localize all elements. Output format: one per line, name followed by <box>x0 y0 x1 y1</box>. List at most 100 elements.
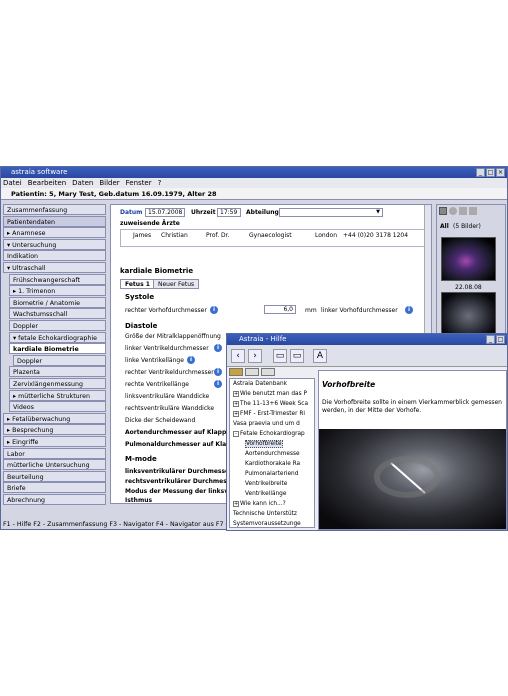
info-icon[interactable]: i <box>214 344 222 352</box>
sidebar-item[interactable]: Patientendaten <box>3 215 106 227</box>
info-icon[interactable]: i <box>214 380 222 388</box>
diastole-row-label: linksventrikuläre Wanddicke <box>125 393 210 400</box>
sidebar-item[interactable]: ▸ Besprechung <box>3 424 106 436</box>
sidebar-item[interactable]: ▸ 1. Trimenon <box>9 285 106 297</box>
menu-bearbeiten[interactable]: Bearbeiten <box>28 178 66 188</box>
sidebar-item[interactable]: ▸ Eingriffe <box>3 436 106 447</box>
sidebar-item[interactable]: Doppler <box>13 354 106 366</box>
star-icon[interactable] <box>261 368 275 376</box>
help-tree-label: Vorhofbreite <box>245 440 283 448</box>
info-icon[interactable]: i <box>210 306 218 314</box>
folder-icon[interactable] <box>469 207 477 215</box>
help-window: Astraia - Hilfe _ □ ‹ › ▭ ▭ A Astraia Da… <box>226 333 508 531</box>
minimize-icon[interactable]: _ <box>486 335 495 344</box>
help-title-bar: Astraia - Hilfe _ □ <box>227 334 507 345</box>
stop-icon[interactable] <box>439 207 447 215</box>
maximize-icon[interactable]: □ <box>496 335 505 344</box>
minimize-icon[interactable]: _ <box>476 168 485 177</box>
help-tree-label: FMF - Erst-Trimester Ri <box>240 411 305 417</box>
help-text: Die Vorhofbreite sollte in einem Vierkam… <box>322 399 502 414</box>
help-tree-item[interactable]: Pulmonalarteriend <box>245 470 298 478</box>
help-tree-item[interactable]: + FMF - Erst-Trimester Ri <box>233 410 305 418</box>
sidebar-item[interactable]: Doppler <box>9 320 106 331</box>
sidebar-item[interactable]: Videos <box>9 401 106 413</box>
image-thumbnail[interactable] <box>441 292 496 336</box>
print-preview-icon[interactable]: ▭ <box>290 349 304 363</box>
patient-info: Patientin: 5, Mary Test, Geb.datum 16.09… <box>11 190 217 198</box>
sidebar-item[interactable]: ▾ Untersuchung <box>3 238 106 250</box>
font-size-icon[interactable]: A <box>313 349 327 363</box>
diastole-row-label: Dicke der Scheidewand <box>125 417 196 424</box>
sidebar-item[interactable]: ▸ mütterliche Strukturen <box>9 389 106 401</box>
expand-icon[interactable]: + <box>233 410 239 417</box>
sidebar-item[interactable]: Biometrie / Anatomie <box>9 296 106 308</box>
sidebar-item[interactable]: kardiale Biometrie <box>9 343 106 355</box>
help-tree-item[interactable]: Systemvoraussetzunge <box>233 520 301 527</box>
sidebar-item[interactable]: mütterliche Untersuchung <box>3 459 106 471</box>
sidebar-item[interactable]: ▾ Ultraschall <box>3 262 106 273</box>
camera-icon[interactable] <box>459 207 467 215</box>
help-tree-item[interactable]: Technische Unterstütz <box>233 510 297 518</box>
menu-datei[interactable]: Datei <box>3 178 22 188</box>
help-tree-item[interactable]: Vorhofbreite <box>245 440 283 448</box>
help-toolbar: ‹ › ▭ ▭ A <box>227 345 507 367</box>
help-tree-item[interactable]: Ventrikellänge <box>245 490 286 498</box>
record-icon[interactable] <box>449 207 457 215</box>
sidebar-item[interactable]: Abrechnung <box>3 494 106 505</box>
abteilung-select[interactable]: ▼ <box>279 208 383 217</box>
image-thumbnail[interactable] <box>441 237 496 281</box>
sidebar-item[interactable]: Zusammenfassung <box>3 204 106 215</box>
image-date: 22.08.08 <box>455 284 482 291</box>
sidebar-item[interactable]: Beurteilung <box>3 470 106 482</box>
sidebar-item[interactable]: Wachstumsschall <box>9 308 106 320</box>
sidebar-item[interactable]: ▸ Anamnese <box>3 227 106 239</box>
menu-bilder[interactable]: Bilder <box>99 178 119 188</box>
sidebar-item[interactable]: Indikation <box>3 250 106 262</box>
help-tree-item[interactable]: + Wie benutzt man das P <box>233 390 307 398</box>
info-icon[interactable]: i <box>214 368 222 376</box>
sidebar-item[interactable]: Zervixlängenmessung <box>9 378 106 389</box>
help-tree-item[interactable]: + The 11-13+6 Week Sca <box>233 400 308 408</box>
vorhof-value[interactable]: 6,0 <box>264 305 296 314</box>
info-icon[interactable]: i <box>405 306 413 314</box>
sidebar-item[interactable]: Briefe <box>3 482 106 494</box>
help-tree-item[interactable]: Aortendurchmesse <box>245 450 300 458</box>
menu-fenster[interactable]: Fenster <box>126 178 152 188</box>
help-tree-item[interactable]: Vasa praevia und um d <box>233 420 300 428</box>
menu-help[interactable]: ? <box>158 178 162 188</box>
close-icon[interactable]: × <box>496 168 505 177</box>
expand-icon[interactable]: + <box>233 390 239 397</box>
uhrzeit-label: Uhrzeit <box>191 209 216 216</box>
maximize-icon[interactable]: □ <box>486 168 495 177</box>
help-tree-item[interactable]: + Wie kann ich...? <box>233 500 286 508</box>
help-tree-label: Technische Unterstütz <box>233 511 297 517</box>
search-icon[interactable] <box>245 368 259 376</box>
measurement-overlay <box>374 456 440 498</box>
sidebar-item[interactable]: Labor <box>3 447 106 459</box>
forward-icon[interactable]: › <box>248 349 262 363</box>
app-title: astraia software <box>11 168 68 176</box>
sidebar-item[interactable]: Frühschwangerschaft <box>9 273 106 285</box>
tab-neuer-fetus[interactable]: Neuer Fetus <box>153 279 200 289</box>
zuweisende-label: zuweisende Ärzte <box>120 220 180 227</box>
collapse-icon[interactable]: - <box>233 430 239 437</box>
sidebar-item[interactable]: Plazenta <box>9 366 106 378</box>
print-icon[interactable]: ▭ <box>273 349 287 363</box>
expand-icon[interactable]: + <box>233 400 239 407</box>
back-icon[interactable]: ‹ <box>231 349 245 363</box>
help-tree-item[interactable]: Astraia Datenbank <box>233 380 287 388</box>
diastole-row-label: rechtsventrikuläre Wanddicke <box>125 405 215 412</box>
help-tree-item[interactable]: - Fetale Echokardiograp <box>233 430 305 438</box>
datum-field[interactable]: 15.07.2008 <box>145 208 185 217</box>
expand-icon[interactable]: + <box>233 500 239 507</box>
uhrzeit-field[interactable]: 17:59 <box>217 208 241 217</box>
info-icon[interactable]: i <box>187 356 195 364</box>
menu-daten[interactable]: Daten <box>72 178 93 188</box>
help-tree-item[interactable]: Ventrikelbreite <box>245 480 287 488</box>
book-icon[interactable] <box>229 368 243 376</box>
sidebar-item[interactable]: ▾ fetale Echokardiographie <box>9 331 106 343</box>
help-tree-label: Aortendurchmesse <box>245 451 300 457</box>
help-tree-item[interactable]: Kardiothorakale Ra <box>245 460 300 468</box>
sidebar-item[interactable]: ▸ Fetalüberwachung <box>3 412 106 424</box>
tab-fetus-1[interactable]: Fetus 1 <box>120 279 155 289</box>
